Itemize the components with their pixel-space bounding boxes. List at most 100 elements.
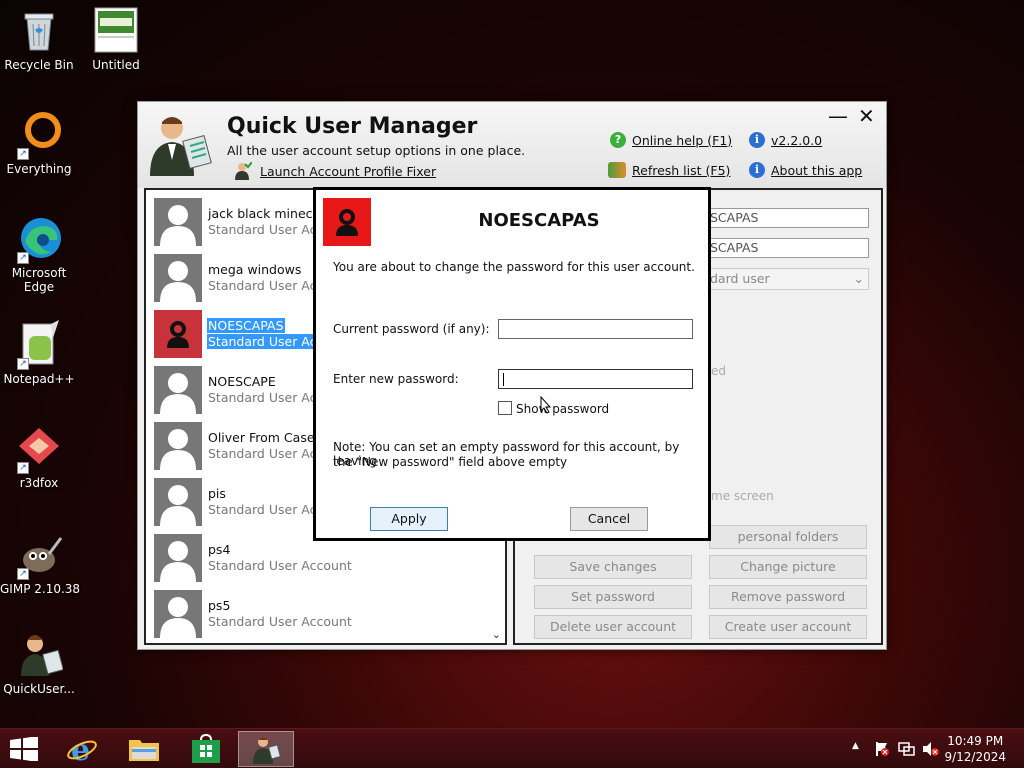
desktop-icon-label: r3dfox	[19, 476, 59, 490]
desktop-icon-notepadpp[interactable]: ↗ Notepad++	[0, 320, 78, 386]
user-avatar-icon	[154, 366, 202, 414]
minimize-button[interactable]: —	[828, 104, 848, 128]
online-help-link[interactable]: ? Online help (F1)	[610, 132, 732, 148]
desktop-icon-edge[interactable]: ↗ Microsoft Edge	[0, 214, 78, 294]
taskbar-internet-explorer[interactable]: e	[54, 731, 110, 767]
desktop-icon-gimp[interactable]: ↗ GIMP 2.10.38	[0, 530, 81, 596]
new-password-label: Enter new password:	[333, 372, 459, 386]
app-subtitle: All the user account setup options in on…	[227, 143, 526, 158]
shortcut-arrow-icon: ↗	[17, 358, 29, 370]
everything-icon: ↗	[15, 110, 63, 160]
info-icon: i	[749, 162, 765, 178]
taskbar-clock[interactable]: 10:49 PM 9/12/2024	[944, 733, 1006, 765]
r3dfox-icon: ↗	[15, 424, 63, 474]
window-header: Quick User Manager All the user account …	[138, 102, 886, 188]
taskbar-file-explorer[interactable]	[116, 731, 172, 767]
launch-profile-fixer-link[interactable]: Launch Account Profile Fixer	[234, 162, 436, 180]
user-avatar-icon	[154, 310, 202, 358]
notepadpp-icon: ↗	[15, 320, 63, 370]
launch-profile-fixer-label[interactable]: Launch Account Profile Fixer	[260, 164, 436, 179]
desktop-icon-everything[interactable]: ↗ Everything	[0, 110, 78, 176]
version-link[interactable]: i v2.2.0.0	[749, 132, 822, 148]
windows-logo-icon	[10, 737, 38, 761]
mouse-pointer-icon	[540, 396, 552, 414]
profile-fixer-icon	[235, 162, 252, 180]
desktop-icon-label: QuickUser...	[3, 682, 75, 696]
close-button[interactable]: ✕	[858, 104, 875, 128]
taskbar-store[interactable]	[178, 731, 234, 767]
set-password-button[interactable]: Set password	[534, 585, 692, 609]
personal-folders-button[interactable]: personal folders	[709, 525, 867, 549]
user-name: NOESCAPAS	[207, 318, 285, 333]
app-logo-icon	[146, 110, 212, 176]
desktop-icon-r3dfox[interactable]: ↗ r3dfox	[0, 424, 78, 490]
desktop-icon-label: GIMP 2.10.38	[0, 582, 81, 596]
volume-muted-icon[interactable]	[922, 741, 940, 757]
shortcut-arrow-icon: ↗	[17, 462, 29, 474]
tray-overflow-arrow-icon[interactable]: ▲	[852, 741, 859, 751]
text-cursor	[503, 373, 504, 386]
note-text-line2: the "New password" field above empty	[333, 455, 568, 469]
version-label[interactable]: v2.2.0.0	[771, 133, 822, 148]
user-avatar-icon	[154, 198, 202, 246]
user-name: pis	[208, 486, 226, 501]
show-password-label[interactable]: Show password	[516, 402, 609, 416]
account-type-value: dard user	[710, 271, 770, 286]
apply-button[interactable]: Apply	[370, 507, 448, 531]
current-password-input[interactable]	[498, 319, 693, 339]
edge-icon: ↗	[15, 214, 63, 264]
desktop-icon-label: Untitled	[92, 58, 140, 72]
desktop-icon-label: Everything	[6, 162, 72, 176]
desktop-icon-label: Notepad++	[3, 372, 75, 386]
save-changes-button[interactable]: Save changes	[534, 555, 692, 579]
taskbar-quick-user-manager[interactable]	[238, 731, 294, 767]
info-icon: i	[749, 132, 765, 148]
shortcut-arrow-icon: ↗	[17, 568, 29, 580]
user-list-item[interactable]: ps5 Standard User Account	[154, 590, 484, 638]
user-name: NOESCAPE	[208, 374, 276, 389]
taskbar: e ▲ 10:49 PM 9/12/2024	[0, 728, 1024, 768]
file-explorer-icon	[129, 740, 159, 761]
shortcut-arrow-icon: ↗	[17, 148, 29, 160]
gimp-icon: ↗	[15, 530, 63, 580]
network-icon[interactable]	[898, 741, 916, 757]
user-name: mega windows	[208, 262, 302, 277]
recycle-bin-icon	[15, 6, 63, 54]
start-button[interactable]	[0, 731, 48, 767]
delete-user-account-button[interactable]: Delete user account	[534, 615, 692, 639]
action-center-flag-icon[interactable]	[874, 741, 890, 757]
user-name-field[interactable]: SCAPAS	[705, 208, 869, 228]
cancel-button[interactable]: Cancel	[570, 507, 648, 531]
user-avatar-icon	[154, 254, 202, 302]
refresh-list-label[interactable]: Refresh list (F5)	[632, 163, 730, 178]
full-name-field[interactable]: SCAPAS	[705, 238, 869, 258]
dialog-message: You are about to change the password for…	[333, 260, 695, 274]
dialog-title: NOESCAPAS	[478, 210, 600, 231]
account-type-select[interactable]: dard user ⌄	[705, 268, 869, 290]
desktop-icon-recycle-bin[interactable]: Recycle Bin	[0, 6, 78, 72]
create-user-account-button[interactable]: Create user account	[709, 615, 867, 639]
user-avatar-icon	[154, 590, 202, 638]
user-list-item[interactable]: ps4 Standard User Account	[154, 534, 484, 582]
change-picture-button[interactable]: Change picture	[709, 555, 867, 579]
change-password-dialog: NOESCAPAS You are about to change the pa…	[313, 187, 711, 541]
about-link[interactable]: i About this app	[749, 162, 862, 178]
app-title: Quick User Manager	[227, 114, 478, 139]
remove-password-button[interactable]: Remove password	[709, 585, 867, 609]
user-avatar-icon	[154, 422, 202, 470]
refresh-icon	[608, 162, 626, 178]
help-icon: ?	[610, 132, 626, 148]
online-help-label[interactable]: Online help (F1)	[632, 133, 732, 148]
about-label[interactable]: About this app	[771, 163, 862, 178]
user-name: ps5	[208, 598, 231, 613]
faded-option-text: ed	[711, 364, 726, 378]
user-type: Standard User Account	[208, 614, 352, 629]
desktop-icon-label: Microsoft Edge	[11, 266, 67, 294]
desktop-icon-quickuser[interactable]: QuickUser...	[0, 630, 78, 696]
image-file-icon	[92, 6, 140, 54]
show-password-checkbox[interactable]	[498, 401, 512, 415]
scroll-down-arrow-icon[interactable]: ⌄	[492, 628, 501, 641]
new-password-input[interactable]	[498, 369, 693, 389]
refresh-list-link[interactable]: Refresh list (F5)	[608, 162, 730, 178]
desktop-icon-untitled[interactable]: Untitled	[77, 6, 155, 72]
